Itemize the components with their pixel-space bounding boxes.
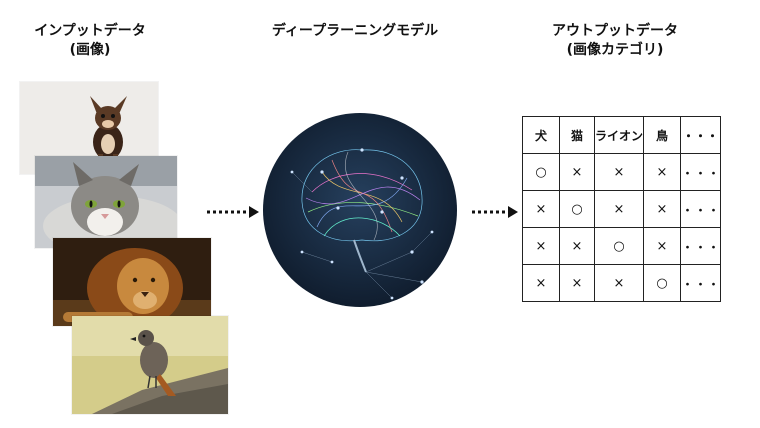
lion-image (53, 238, 211, 326)
output-heading-line1: アウトプットデータ (552, 23, 678, 39)
table-row: × × × ○ ・・・ (522, 264, 722, 302)
header-bird: 鳥 (643, 116, 681, 154)
table-cell: × (522, 264, 560, 302)
dotted-arrow-icon (472, 206, 518, 218)
header-cat: 猫 (559, 116, 595, 154)
output-data-heading: アウトプットデータ (画像カテゴリ) (510, 22, 720, 60)
table-cell: ・・・ (679, 264, 722, 302)
header-dog: 犬 (522, 116, 560, 154)
bird-image (72, 316, 228, 414)
table-row: × ○ × × ・・・ (522, 190, 722, 228)
table-cell: ・・・ (679, 153, 722, 191)
output-category-table: 犬 猫 ライオン 鳥 ・・・ ○ × × × ・・・ × ○ × × ・・・ ×… (522, 116, 722, 302)
table-cell: ○ (643, 264, 681, 302)
table-cell: × (522, 227, 560, 265)
table-cell: × (559, 153, 595, 191)
table-cell: × (594, 153, 644, 191)
table-cell: × (594, 264, 644, 302)
table-header-row: 犬 猫 ライオン 鳥 ・・・ (522, 116, 722, 154)
cat-image (35, 156, 177, 248)
table-cell: × (594, 190, 644, 228)
table-row: × × ○ × ・・・ (522, 227, 722, 265)
table-cell: ・・・ (679, 190, 722, 228)
output-heading-line2: (画像カテゴリ) (566, 42, 664, 58)
dotted-arrow-icon (207, 206, 259, 218)
table-cell: ○ (559, 190, 595, 228)
model-heading-text: ディープラーニングモデル (271, 23, 439, 39)
table-cell: ○ (594, 227, 644, 265)
table-cell: × (522, 190, 560, 228)
table-cell: × (559, 227, 595, 265)
input-heading-line1: インプットデータ (34, 23, 146, 39)
table-cell: × (643, 190, 681, 228)
brain-network-icon (263, 113, 457, 307)
table-cell: × (643, 153, 681, 191)
table-cell: ○ (522, 153, 560, 191)
model-heading: ディープラーニングモデル (245, 22, 465, 41)
table-cell: ・・・ (679, 227, 722, 265)
table-row: ○ × × × ・・・ (522, 153, 722, 191)
table-cell: × (643, 227, 681, 265)
input-heading-line2: (画像) (69, 42, 111, 58)
input-data-heading: インプットデータ (画像) (20, 22, 160, 60)
table-cell: × (559, 264, 595, 302)
header-more: ・・・ (679, 116, 722, 154)
header-lion: ライオン (594, 116, 644, 154)
